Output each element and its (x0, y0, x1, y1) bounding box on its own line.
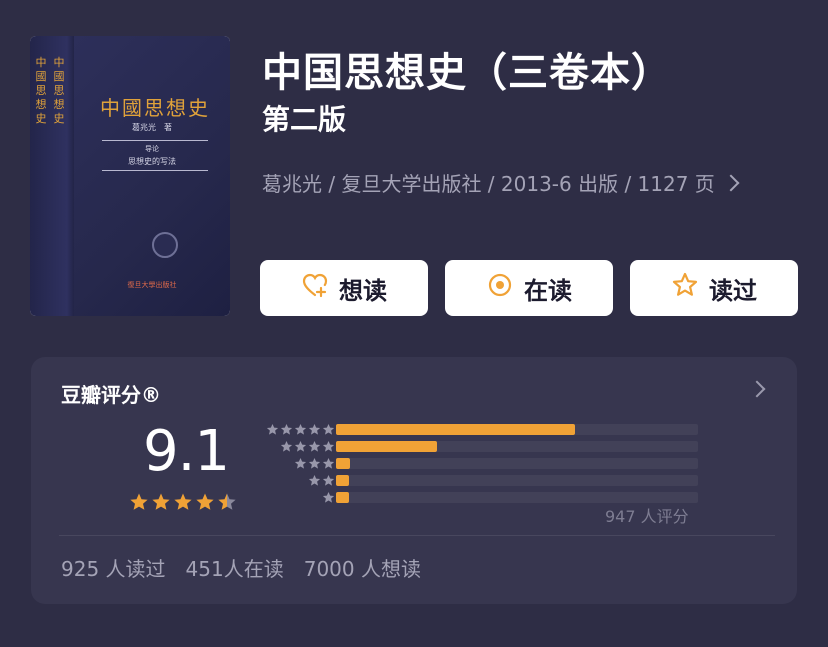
star-icon (322, 423, 335, 435)
distribution-bar (336, 475, 349, 486)
distribution-bar (336, 424, 575, 435)
cover-subtitle: 思想史的写法 (128, 157, 176, 166)
star-icon (308, 423, 321, 435)
book-meta: 葛兆光 / 复旦大学出版社 / 2013-6 出版 / 1127 页 (262, 172, 715, 196)
star-outline-icon (671, 271, 699, 305)
cover-rule (102, 170, 208, 171)
chevron-right-icon (722, 174, 740, 191)
star-icon (308, 474, 321, 486)
rating-star-icon (196, 493, 214, 510)
star-icon (322, 440, 335, 452)
chevron-right-icon[interactable] (748, 380, 766, 398)
spine-title: 中國思想史 (35, 56, 47, 125)
spine-subtitle: 中國思想史 (53, 56, 65, 125)
distribution-row (255, 474, 705, 488)
distribution-track (336, 492, 698, 503)
book-cover[interactable]: 中國思想史 中國思想史 中國思想史 葛兆光 著 导论 思想史的写法 復旦大學出版… (30, 36, 230, 316)
have-read-button[interactable]: 读过 (630, 260, 798, 316)
book-edition: 第二版 (262, 103, 347, 136)
cover-volume: 导论 (145, 145, 159, 153)
distribution-bar (336, 458, 351, 469)
distribution-track (336, 441, 698, 452)
book-meta-link[interactable]: 葛兆光 / 复旦大学出版社 / 2013-6 出版 / 1127 页 (262, 168, 740, 197)
cover-rule (102, 140, 208, 141)
distribution-row (255, 457, 705, 471)
want-count[interactable]: 7000 人想读 (304, 553, 421, 582)
rating-card[interactable]: 豆瓣评分® 9.1 947 人评分 925 人读过 451人在读 7000 人想… (31, 357, 797, 604)
rating-stars (129, 492, 237, 512)
cover-front (74, 36, 230, 316)
distribution-track (336, 424, 698, 435)
distribution-stars (322, 491, 335, 504)
star-icon (294, 423, 307, 435)
cover-seal-icon (152, 232, 178, 258)
distribution-bar (336, 492, 349, 503)
distribution-stars (280, 440, 335, 453)
have-read-label: 读过 (709, 276, 757, 305)
cover-publisher: 復旦大學出版社 (127, 281, 177, 289)
distribution-stars (294, 457, 335, 470)
distribution-row (255, 440, 705, 454)
star-icon (308, 440, 321, 452)
star-icon (322, 457, 335, 469)
star-icon (322, 474, 335, 486)
star-icon (294, 457, 307, 469)
want-to-read-button[interactable]: 想读 (260, 260, 428, 316)
star-icon (308, 457, 321, 469)
distribution-track (336, 458, 698, 469)
rating-heading: 豆瓣评分® (61, 383, 161, 407)
rating-star-icon (218, 493, 236, 510)
star-icon (280, 423, 293, 435)
star-icon (322, 491, 335, 503)
reading-circle-icon (486, 271, 514, 305)
reading-count[interactable]: 451人在读 (186, 553, 284, 582)
rating-star-icon (174, 493, 192, 510)
rating-votes: 947 人评分 (605, 507, 689, 526)
divider (59, 535, 775, 536)
read-count[interactable]: 925 人读过 (61, 553, 166, 582)
cover-author: 葛兆光 著 (132, 123, 172, 132)
distribution-row (255, 423, 705, 437)
distribution-track (336, 475, 698, 486)
rating-star-icon (130, 493, 148, 510)
star-icon (280, 440, 293, 452)
distribution-bar (336, 441, 438, 452)
action-buttons: 想读 在读 读过 (260, 260, 798, 316)
book-title: 中国思想史（三卷本） (262, 50, 672, 96)
rating-score: 9.1 (143, 419, 230, 484)
want-to-read-label: 想读 (339, 276, 387, 305)
star-icon (266, 423, 279, 435)
star-icon (294, 440, 307, 452)
heart-plus-icon (301, 271, 329, 305)
distribution-stars (308, 474, 335, 487)
reading-label: 在读 (524, 276, 572, 305)
rating-star-icon (152, 493, 170, 510)
distribution-stars (266, 423, 335, 436)
reading-button[interactable]: 在读 (445, 260, 613, 316)
reader-stats: 925 人读过 451人在读 7000 人想读 (61, 553, 421, 582)
cover-title: 中國思想史 (100, 96, 210, 120)
